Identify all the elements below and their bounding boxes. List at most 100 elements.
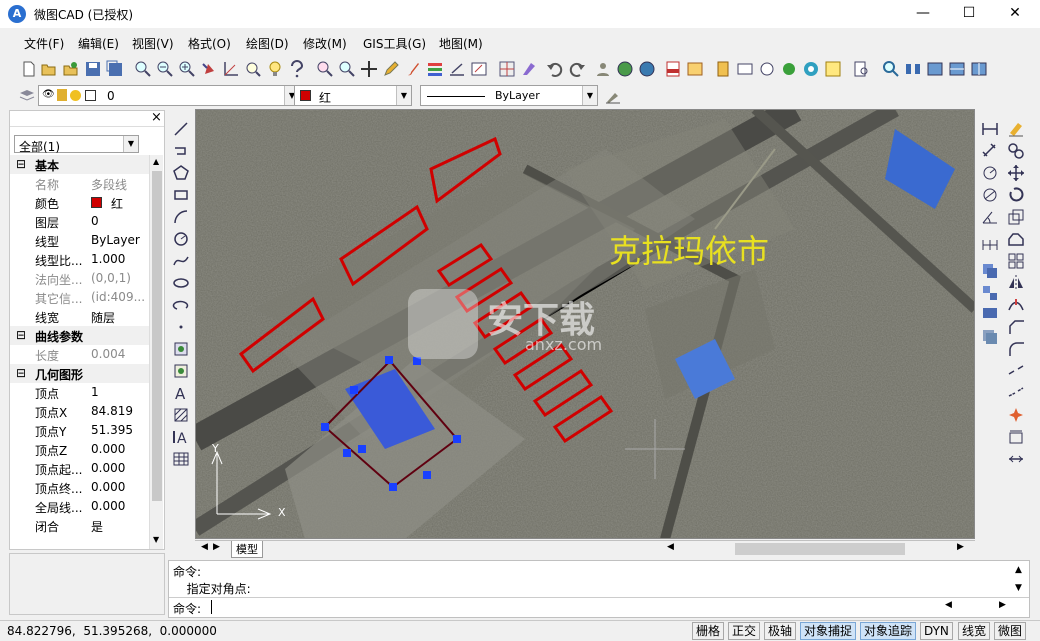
- scroll-down-icon[interactable]: ▼: [153, 535, 159, 544]
- polyline-icon[interactable]: [172, 142, 190, 160]
- zoom-previous-icon[interactable]: [338, 60, 356, 78]
- move-icon[interactable]: [1007, 164, 1025, 182]
- menu-view[interactable]: 视图(V): [132, 35, 174, 52]
- command-input-row[interactable]: 命令: ◀ ▶: [169, 597, 1029, 617]
- multiline-text-icon[interactable]: A: [172, 428, 190, 446]
- join-icon[interactable]: [1007, 450, 1025, 468]
- pdf-export-icon[interactable]: [664, 60, 682, 78]
- chevron-down-icon[interactable]: ▼: [582, 86, 597, 105]
- block-icon[interactable]: [981, 306, 999, 324]
- drawing-canvas[interactable]: Y X 克拉玛依市 安下载 anxz.com: [195, 109, 975, 539]
- text-icon[interactable]: A: [172, 384, 190, 402]
- match-properties-icon[interactable]: [604, 87, 622, 105]
- stack-icon[interactable]: [981, 328, 999, 346]
- property-section-header[interactable]: ⊟ 曲线参数: [10, 326, 150, 345]
- layout-3-icon[interactable]: [970, 60, 988, 78]
- erase-icon[interactable]: [1007, 120, 1025, 138]
- pencil-icon[interactable]: [382, 60, 400, 78]
- scroll-down-icon[interactable]: ▼: [1015, 583, 1022, 593]
- property-row[interactable]: 其它信... (id:409...: [10, 288, 150, 307]
- insert-block-icon[interactable]: [172, 340, 190, 358]
- globe-settings-icon[interactable]: [638, 60, 656, 78]
- hatch-icon[interactable]: [172, 406, 190, 424]
- layer-select[interactable]: 👁 0 ▼: [38, 85, 300, 106]
- color-select[interactable]: 红 ▼: [294, 85, 412, 106]
- property-row[interactable]: 顶点终... 0.000: [10, 478, 150, 497]
- property-row[interactable]: 闭合 是: [10, 516, 150, 535]
- circle-select-icon[interactable]: [758, 60, 776, 78]
- brush-icon[interactable]: [404, 60, 422, 78]
- copy-object-icon[interactable]: [1007, 142, 1025, 160]
- close-button[interactable]: ✕: [992, 0, 1038, 28]
- layout-2-icon[interactable]: [948, 60, 966, 78]
- selection-filter-select[interactable]: 全部(1) ▼: [14, 135, 139, 154]
- linetype-select[interactable]: ByLayer ▼: [420, 85, 598, 106]
- stretch-icon[interactable]: [1007, 230, 1025, 248]
- scroll-up-icon[interactable]: ▲: [1015, 565, 1022, 575]
- scroll-right-icon[interactable]: ▶: [999, 600, 1006, 610]
- binoculars-icon[interactable]: [904, 60, 922, 78]
- scroll-thumb[interactable]: [152, 171, 162, 501]
- property-row[interactable]: 顶点起... 0.000: [10, 459, 150, 478]
- ellipse-arc-icon[interactable]: [172, 296, 190, 314]
- chevron-down-icon[interactable]: ▼: [123, 136, 138, 152]
- scale-icon[interactable]: [1007, 208, 1025, 226]
- pan-icon[interactable]: [200, 60, 218, 78]
- property-row[interactable]: 线宽 随层: [10, 307, 150, 326]
- maximize-button[interactable]: ☐: [946, 0, 992, 28]
- chamfer-icon[interactable]: [1007, 318, 1025, 336]
- diameter-dimension-icon[interactable]: [981, 186, 999, 204]
- property-row[interactable]: 颜色 红: [10, 193, 150, 212]
- property-row[interactable]: 线型 ByLayer: [10, 231, 150, 250]
- property-row[interactable]: 顶点 1: [10, 383, 150, 402]
- dimension-icon[interactable]: [981, 120, 999, 138]
- property-row[interactable]: 图层 0: [10, 212, 150, 231]
- property-row[interactable]: 全局线... 0.000: [10, 497, 150, 516]
- property-row[interactable]: 顶点X 84.819: [10, 402, 150, 421]
- collapse-icon[interactable]: ⊟: [16, 328, 26, 342]
- menu-edit[interactable]: 编辑(E): [78, 35, 119, 52]
- osnap-toggle[interactable]: 对象捕捉: [800, 622, 857, 640]
- open-recent-icon[interactable]: [62, 60, 80, 78]
- menu-draw[interactable]: 绘图(D): [246, 35, 289, 52]
- layers-icon[interactable]: [426, 60, 444, 78]
- layer-manager-icon[interactable]: [18, 87, 36, 105]
- print-preview-icon[interactable]: [852, 60, 870, 78]
- chevron-down-icon[interactable]: ▼: [396, 86, 411, 105]
- open-file-icon[interactable]: [40, 60, 58, 78]
- new-file-icon[interactable]: [20, 60, 38, 78]
- break-at-point-icon[interactable]: [1007, 384, 1025, 402]
- trim-icon[interactable]: [1007, 296, 1025, 314]
- book-icon[interactable]: [714, 60, 732, 78]
- polygon-icon[interactable]: [172, 164, 190, 182]
- zoom-realtime-icon[interactable]: [134, 60, 152, 78]
- map-text-label[interactable]: 克拉玛依市: [609, 226, 769, 272]
- grid-toggle[interactable]: 栅格: [692, 622, 725, 640]
- property-section-header[interactable]: ⊟ 几何图形: [10, 364, 150, 383]
- property-section-header[interactable]: ⊟ 基本: [10, 155, 150, 174]
- otrack-toggle[interactable]: 对象追踪: [860, 622, 917, 640]
- property-scrollbar[interactable]: ▲ ▼: [149, 155, 163, 549]
- rotate-icon[interactable]: [1007, 186, 1025, 204]
- zoom-in-icon[interactable]: [178, 60, 196, 78]
- clean-icon[interactable]: [520, 60, 538, 78]
- radius-dimension-icon[interactable]: [981, 164, 999, 182]
- ellipse-icon[interactable]: [172, 274, 190, 292]
- layer-visibility-icon[interactable]: 👁: [42, 89, 55, 100]
- menu-file[interactable]: 文件(F): [24, 35, 64, 52]
- arc-icon[interactable]: [172, 208, 190, 226]
- ortho-toggle[interactable]: 正交: [728, 622, 761, 640]
- markup-icon[interactable]: [824, 60, 842, 78]
- scroll-right-icon[interactable]: ▶: [957, 542, 964, 552]
- angle-icon[interactable]: [222, 60, 240, 78]
- menu-format[interactable]: 格式(O): [188, 35, 231, 52]
- aligned-dimension-icon[interactable]: [981, 142, 999, 160]
- layout-icon[interactable]: [926, 60, 944, 78]
- measure-icon[interactable]: [448, 60, 466, 78]
- zoom-out-icon[interactable]: [156, 60, 174, 78]
- tab-prev-icon[interactable]: ◀: [201, 542, 208, 552]
- scroll-left-icon[interactable]: ◀: [667, 542, 674, 552]
- globe-icon[interactable]: [616, 60, 634, 78]
- break-icon[interactable]: [1007, 362, 1025, 380]
- zoom-window-icon[interactable]: [244, 60, 262, 78]
